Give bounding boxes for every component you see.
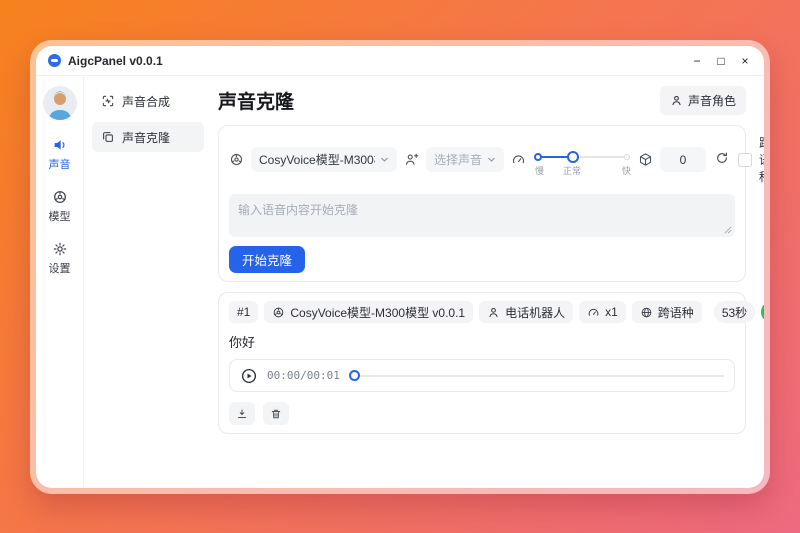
voice-role-button-label: 声音角色 bbox=[688, 92, 736, 109]
start-clone-button[interactable]: 开始克隆 bbox=[229, 246, 305, 273]
cross-lingual-checkbox[interactable] bbox=[738, 153, 752, 167]
result-actions bbox=[229, 402, 735, 425]
rail-item-label: 模型 bbox=[49, 208, 71, 224]
player-time: 00:00/00:01 bbox=[267, 369, 340, 382]
app-title: AigcPanel v0.0.1 bbox=[68, 54, 163, 68]
sidebar-item-voice-clone[interactable]: 声音克隆 bbox=[92, 122, 204, 152]
minimize-button[interactable]: − bbox=[686, 50, 708, 72]
main-header: 声音克隆 声音角色 bbox=[218, 86, 746, 115]
rail-item-model[interactable]: 模型 bbox=[49, 189, 71, 224]
sidebar: 声音合成 声音克隆 bbox=[84, 76, 212, 488]
model-icon bbox=[272, 306, 285, 319]
play-button[interactable] bbox=[240, 367, 258, 385]
rail-item-label: 声音 bbox=[49, 156, 71, 172]
speed-label-slow: 慢 bbox=[535, 164, 544, 177]
close-button[interactable]: × bbox=[734, 50, 756, 72]
result-badges-row: #1 CosyVoice模型-M300模型 v0.0.1 bbox=[229, 301, 735, 323]
result-model-label: CosyVoice模型-M300模型 v0.0.1 bbox=[290, 304, 465, 321]
player-seek-handle[interactable] bbox=[349, 370, 360, 381]
user-avatar[interactable] bbox=[43, 86, 77, 120]
speed-label-fast: 快 bbox=[622, 164, 631, 177]
speed-label-normal: 正常 bbox=[563, 164, 581, 177]
app-window: AigcPanel v0.0.1 − □ × bbox=[30, 40, 770, 494]
trash-icon bbox=[270, 408, 282, 420]
model-select[interactable]: CosyVoice模型-M300模型 v0.0.1 bbox=[251, 147, 397, 172]
chevron-down-icon bbox=[487, 155, 496, 164]
avatar-person-icon bbox=[43, 86, 77, 120]
model-icon bbox=[52, 189, 68, 205]
form-controls-row: CosyVoice模型-M300模型 v0.0.1 选择声音角色 bbox=[229, 134, 735, 185]
result-mode-label: 跨语种 bbox=[658, 304, 694, 321]
download-button[interactable] bbox=[229, 402, 255, 425]
delete-button[interactable] bbox=[263, 402, 289, 425]
globe-icon bbox=[640, 306, 653, 319]
play-icon bbox=[240, 367, 258, 385]
speedometer-icon bbox=[587, 306, 600, 319]
rail-item-settings[interactable]: 设置 bbox=[49, 241, 71, 276]
app-logo-icon bbox=[48, 54, 61, 67]
seed-icon bbox=[638, 152, 653, 167]
slider-start-dot bbox=[534, 153, 542, 161]
result-card: #1 CosyVoice模型-M300模型 v0.0.1 bbox=[218, 292, 746, 434]
refresh-seed-button[interactable] bbox=[713, 151, 731, 169]
rail-item-voice[interactable]: 声音 bbox=[49, 137, 71, 172]
speed-slider[interactable]: 慢 正常 快 bbox=[533, 147, 631, 173]
window-controls: − □ × bbox=[686, 50, 756, 72]
chevron-down-icon bbox=[380, 155, 389, 164]
person-icon bbox=[670, 94, 683, 107]
gear-icon bbox=[52, 241, 68, 257]
slider-handle[interactable] bbox=[567, 151, 579, 163]
rail-item-label: 设置 bbox=[49, 260, 71, 276]
audio-player: 00:00/00:01 bbox=[229, 359, 735, 392]
result-text: 你好 bbox=[229, 332, 735, 351]
voice-select-placeholder: 选择声音角色 bbox=[434, 151, 482, 168]
nav-rail: 声音 模型 设置 bbox=[36, 76, 84, 488]
download-icon bbox=[236, 408, 248, 420]
speedometer-icon bbox=[511, 152, 526, 167]
person-plus-icon bbox=[404, 152, 419, 167]
result-mode-badge: 跨语种 bbox=[632, 301, 702, 323]
refresh-icon bbox=[715, 151, 729, 165]
app-body: 声音 模型 设置 bbox=[36, 76, 764, 488]
result-speed-label: x1 bbox=[605, 305, 618, 319]
player-seek-slider[interactable] bbox=[349, 370, 724, 381]
model-icon bbox=[229, 152, 244, 167]
result-duration-badge: 53秒 bbox=[714, 301, 755, 323]
player-seek-track bbox=[360, 375, 724, 377]
app-window-inner: AigcPanel v0.0.1 − □ × bbox=[36, 46, 764, 488]
result-speed-badge: x1 bbox=[579, 301, 626, 323]
cross-lingual-label: 跨语种 bbox=[759, 134, 764, 185]
seed-input[interactable]: 0 bbox=[660, 147, 706, 172]
voice-select[interactable]: 选择声音角色 bbox=[426, 147, 504, 172]
result-index-badge: #1 bbox=[229, 301, 258, 323]
sidebar-item-voice-synthesis[interactable]: 声音合成 bbox=[92, 86, 204, 116]
maximize-button[interactable]: □ bbox=[710, 50, 732, 72]
result-status-badge: 成功 bbox=[761, 301, 764, 323]
clone-text-placeholder: 输入语音内容开始克隆 bbox=[238, 203, 358, 217]
voice-role-button[interactable]: 声音角色 bbox=[660, 86, 746, 115]
person-icon bbox=[487, 306, 500, 319]
clone-icon bbox=[101, 130, 115, 144]
main-content: 声音克隆 声音角色 bbox=[212, 76, 764, 488]
model-select-value: CosyVoice模型-M300模型 v0.0.1 bbox=[259, 151, 375, 168]
result-voice-label: 电话机器人 bbox=[505, 304, 565, 321]
titlebar: AigcPanel v0.0.1 − □ × bbox=[36, 46, 764, 76]
page-title: 声音克隆 bbox=[218, 87, 294, 114]
slider-end-dot bbox=[624, 154, 630, 160]
sidebar-item-label: 声音合成 bbox=[122, 93, 170, 110]
result-voice-badge: 电话机器人 bbox=[479, 301, 573, 323]
clone-form-card: CosyVoice模型-M300模型 v0.0.1 选择声音角色 bbox=[218, 125, 746, 282]
sidebar-item-label: 声音克隆 bbox=[122, 129, 170, 146]
result-model-badge: CosyVoice模型-M300模型 v0.0.1 bbox=[264, 301, 473, 323]
resize-handle-icon[interactable] bbox=[724, 226, 732, 234]
speaker-icon bbox=[52, 137, 68, 153]
desktop-background: AigcPanel v0.0.1 − □ × bbox=[0, 0, 800, 533]
synthesis-icon bbox=[101, 94, 115, 108]
clone-text-input[interactable]: 输入语音内容开始克隆 bbox=[229, 194, 735, 237]
